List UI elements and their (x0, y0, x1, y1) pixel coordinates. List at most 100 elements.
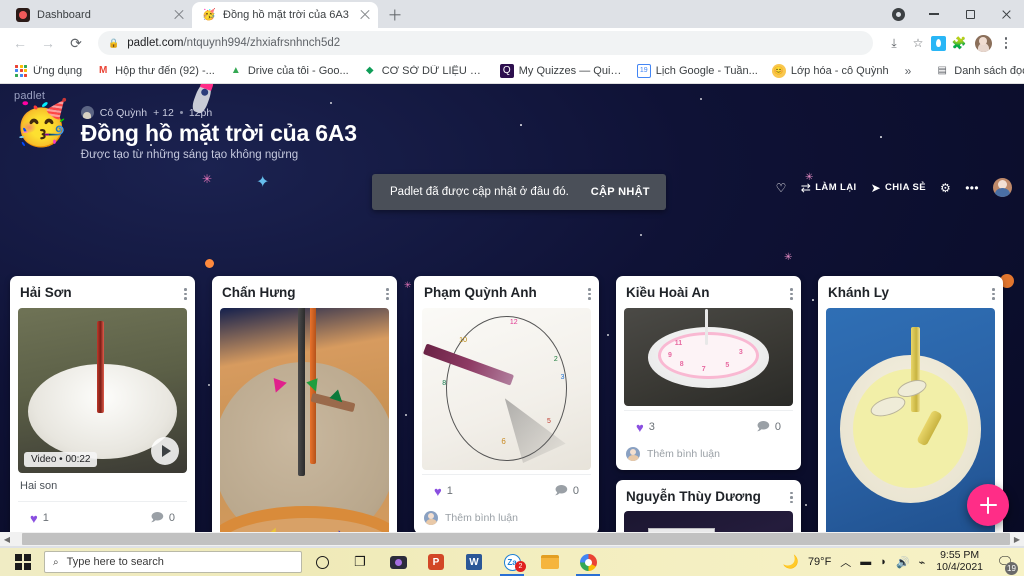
minimize-button[interactable] (916, 0, 952, 28)
close-window-button[interactable] (988, 0, 1024, 28)
address-bar[interactable]: 🔒 padlet.com/ntquynh994/zhxiafrsnhnch5d2 (98, 31, 873, 55)
card-media[interactable]: Video • 00:17 (220, 307, 389, 546)
reload-icon[interactable]: ⟳ (64, 31, 88, 55)
user-avatar[interactable] (993, 178, 1012, 197)
bookmark-drive[interactable]: ▲ Drive của tôi - Goo... (223, 62, 355, 80)
comment-button[interactable]: 🗩 0 (555, 481, 579, 502)
bookmark-google-calendar[interactable]: 19 Lịch Google - Tuần... (631, 62, 764, 80)
remake-button[interactable]: ⇄ LÀM LẠI (801, 181, 857, 195)
bookmark-label: Lịch Google - Tuần... (655, 64, 758, 77)
profile-shield-icon[interactable] (880, 0, 916, 28)
board-actions: ♡ ⇄ LÀM LẠI ➤ CHIA SẺ ⚙ ••• (776, 178, 1012, 197)
start-button[interactable] (4, 548, 42, 576)
bookmark-star-icon[interactable]: ☆ (907, 32, 929, 54)
like-count: 1 (446, 485, 453, 498)
scrollbar-thumb[interactable] (22, 533, 1010, 545)
search-icon: ⌕ (53, 556, 59, 568)
card-title: Chấn Hưng (222, 285, 296, 300)
new-tab-button[interactable] (382, 2, 408, 28)
contributor-count: + 12 (153, 106, 174, 119)
sparkle-icon: ✳ (202, 172, 213, 186)
powerpoint-icon[interactable]: P (418, 548, 454, 576)
card-menu-icon[interactable] (386, 285, 389, 300)
add-comment-input[interactable]: Thêm bình luận (616, 442, 801, 470)
card-media[interactable]: Video • 00:22 (18, 307, 187, 473)
add-post-button[interactable] (967, 484, 1009, 526)
word-icon[interactable]: W (456, 548, 492, 576)
apps-grid-icon (14, 64, 28, 78)
card-menu-icon[interactable] (992, 285, 995, 300)
task-view-icon[interactable]: ❐ (342, 548, 378, 576)
horizontal-scrollbar[interactable]: ◀ ▶ (0, 532, 1024, 546)
close-icon[interactable] (358, 8, 372, 22)
bluetooth-icon[interactable]: ⌁ (919, 556, 926, 569)
like-count: 3 (648, 421, 655, 434)
comment-button[interactable]: 🗩 0 (757, 417, 781, 438)
profile-avatar[interactable] (972, 32, 994, 54)
bookmark-quizizz[interactable]: Q My Quizzes — Quiz... (494, 62, 629, 80)
card-menu-icon[interactable] (184, 285, 187, 300)
close-icon[interactable] (172, 8, 186, 22)
reading-list-button[interactable]: ▤ Danh sách đọc (929, 62, 1024, 80)
file-explorer-icon[interactable] (532, 548, 568, 576)
post-card-pham-quynh-anh[interactable]: Phạm Quỳnh Anh 12 10 8 3 2 5 6 ♥ 1 🗩 0 T… (414, 276, 599, 534)
taskbar-clock[interactable]: 9:55 PM 10/4/2021 (934, 550, 985, 573)
back-icon[interactable]: ← (8, 31, 32, 55)
settings-button[interactable]: ⚙ (940, 181, 951, 195)
quizizz-icon: Q (499, 63, 514, 78)
post-card-hai-son[interactable]: Hải Sơn Video • 00:22 Hai son ♥ 1 🗩 0 (10, 276, 195, 546)
like-button[interactable]: ♥ 3 (636, 420, 655, 435)
extensions-puzzle-icon[interactable]: 🧩 (948, 32, 970, 54)
favorite-button[interactable]: ♡ (776, 181, 787, 195)
water-drop-extension-icon[interactable] (931, 35, 946, 51)
scroll-right-arrow[interactable]: ▶ (1010, 535, 1024, 544)
notification-center-button[interactable]: 🗨 19 (994, 551, 1018, 575)
battery-icon[interactable]: ▬ (860, 556, 871, 568)
card-menu-icon[interactable] (588, 285, 591, 300)
volume-icon[interactable]: 🔊 (896, 556, 910, 569)
camera-icon[interactable] (380, 548, 416, 576)
share-arrow-icon: ➤ (870, 180, 882, 195)
bookmark-chemistry-class[interactable]: 😊 Lớp hóa - cô Quỳnh (766, 62, 895, 80)
tab-dashboard[interactable]: Dashboard (6, 2, 192, 28)
card-footer: ♥ 1 🗩 0 (18, 500, 187, 533)
chrome-icon[interactable] (570, 548, 606, 576)
toast-update-button[interactable]: CẬP NHẬT (591, 186, 650, 198)
cortana-icon[interactable] (304, 548, 340, 576)
like-button[interactable]: ♥ 1 (434, 484, 453, 499)
zalo-icon[interactable]: Za 2 (494, 548, 530, 576)
more-options-button[interactable]: ••• (965, 181, 979, 195)
show-hidden-icons[interactable]: ︿ (840, 554, 851, 570)
bookmark-label: CƠ SỞ DỮ LIỆU NG... (381, 64, 486, 77)
weather-temperature[interactable]: 79°F (808, 556, 831, 568)
scroll-left-arrow[interactable]: ◀ (0, 535, 14, 544)
bookmarks-overflow-button[interactable]: » (899, 64, 918, 78)
card-media[interactable]: 12 10 8 3 2 5 6 (422, 307, 591, 470)
forward-icon[interactable]: → (36, 31, 60, 55)
bookmark-gmail[interactable]: M Hộp thư đến (92) -... (90, 62, 221, 80)
share-button[interactable]: ➤ CHIA SẺ (871, 181, 926, 195)
card-caption: Hai son (20, 479, 58, 492)
comment-button[interactable]: 🗩 0 (151, 508, 175, 529)
card-menu-icon[interactable] (790, 489, 793, 504)
updated-time: 12ph (188, 106, 213, 119)
like-count: 1 (42, 512, 49, 525)
play-button-icon[interactable] (151, 436, 179, 465)
bookmark-database[interactable]: ◆ CƠ SỞ DỮ LIỆU NG... (357, 62, 492, 80)
scrollbar-track[interactable] (14, 532, 1010, 546)
maximize-button[interactable] (952, 0, 988, 28)
search-input[interactable]: ⌕ Type here to search (44, 551, 302, 573)
wifi-icon[interactable]: ◗ (880, 556, 887, 568)
post-card-kieu-hoai-an[interactable]: Kiều Hoài An 11 9 8 7 5 3 ♥ 3 🗩 0 Thêm b… (616, 276, 801, 470)
install-icon[interactable]: ⤓ (883, 32, 905, 54)
padlet-logo[interactable]: padlet (14, 90, 1010, 102)
card-menu-icon[interactable] (790, 285, 793, 300)
tab-padlet-board[interactable]: 🥳 Đồng hồ mặt trời của 6A3 (192, 2, 378, 28)
like-button[interactable]: ♥ 1 (30, 511, 49, 526)
bookmark-apps[interactable]: Ứng dụng (8, 62, 88, 80)
add-comment-input[interactable]: Thêm bình luận (414, 506, 599, 534)
post-card-chan-hung[interactable]: Chấn Hưng (212, 276, 397, 546)
card-media[interactable]: 11 9 8 7 5 3 (624, 307, 793, 406)
chrome-menu-icon[interactable] (996, 32, 1016, 54)
card-footer: ♥ 3 🗩 0 (624, 409, 793, 442)
